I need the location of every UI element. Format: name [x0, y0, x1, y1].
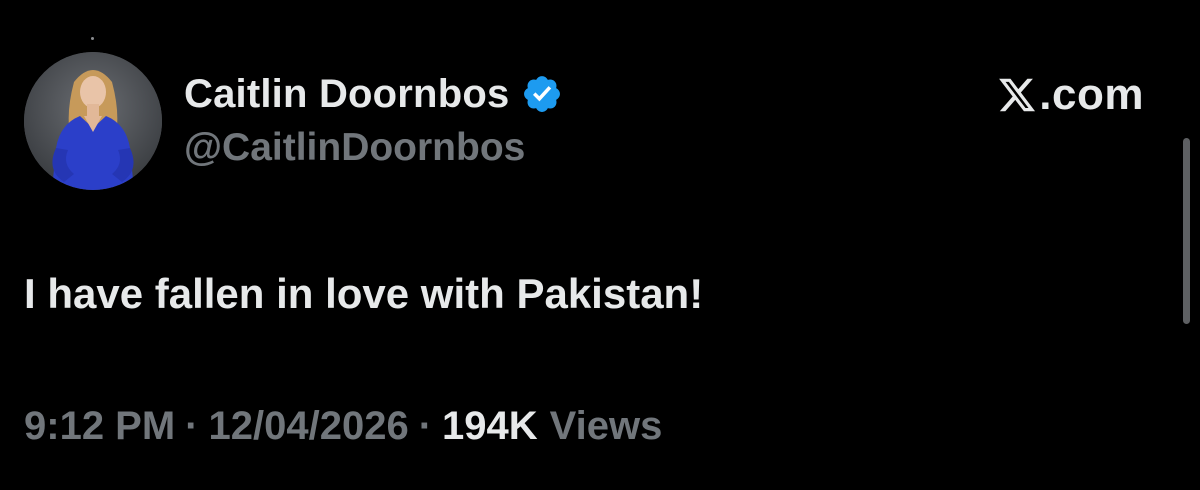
avatar[interactable]: [24, 52, 162, 190]
tweet-time[interactable]: 9:12 PM: [24, 404, 175, 449]
verified-badge-icon: [524, 76, 561, 112]
brand-watermark: .com: [997, 70, 1144, 120]
tweet-text: I have fallen in love with Pakistan!: [24, 270, 704, 317]
user-handle[interactable]: @CaitlinDoornbos: [184, 126, 525, 170]
meta-separator: ·: [418, 404, 433, 448]
name-row: Caitlin Doornbos: [184, 68, 563, 120]
meta-separator: ·: [185, 404, 199, 448]
tweet-date[interactable]: 12/04/2026: [209, 404, 409, 449]
views-count[interactable]: 194K: [442, 404, 550, 449]
tweet-card: Caitlin Doornbos @CaitlinDoornbos .com I…: [0, 0, 1200, 490]
views-label: Views: [549, 404, 663, 448]
x-logo-icon: [999, 78, 1036, 112]
avatar-photo: [24, 52, 162, 190]
brand-text: .com: [1039, 70, 1144, 119]
scrollbar[interactable]: [1183, 138, 1190, 324]
tweet-meta: 9:12 PM · 12/04/2026 · 194K Views: [24, 404, 662, 449]
status-dot: [91, 37, 94, 40]
display-name[interactable]: Caitlin Doornbos: [184, 72, 509, 117]
